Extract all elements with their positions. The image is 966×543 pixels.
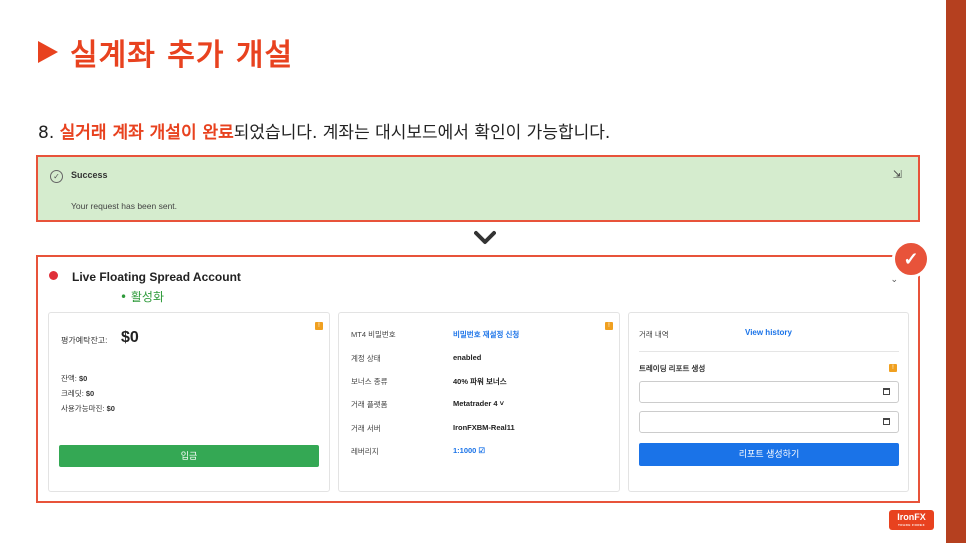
slide-title: 실계좌 추가 개설 [38, 30, 293, 74]
account-status: • 활성화 [120, 290, 165, 304]
history-panel: 거래 내역 View history 트레이딩 리포트 생성 ! 리포트 생성하… [628, 312, 909, 492]
info-icon[interactable]: ! [889, 364, 897, 372]
view-history-link[interactable]: View history [745, 328, 792, 337]
account-status-dot-icon [49, 271, 58, 280]
info-icon[interactable]: ! [315, 322, 323, 330]
success-message: Your request has been sent. [71, 201, 178, 211]
equity-label: 평가예탁잔고: [61, 336, 108, 345]
step-suffix: 되었습니다. 계좌는 대시보드에서 확인이 가능합니다. [233, 123, 611, 143]
success-title: Success [71, 170, 108, 180]
report-label: 트레이딩 리포트 생성 [639, 364, 706, 373]
end-date-input[interactable] [639, 411, 899, 433]
detail-label: 계정 상태 [351, 354, 381, 363]
leverage-link[interactable]: 1:1000 ☑ [453, 446, 485, 455]
balance-panel: ! 평가예탁잔고: $0 잔액: $0 크레딧: $0 사용가능마진: $0 입… [48, 312, 330, 492]
step-highlight: 실거래 계좌 개설이 완료 [59, 123, 234, 143]
detail-label: 거래 플랫폼 [351, 400, 388, 409]
step-instruction: 8. 실거래 계좌 개설이 완료되었습니다. 계좌는 대시보드에서 확인이 가능… [38, 118, 610, 143]
detail-value: enabled [453, 353, 482, 362]
start-date-input[interactable] [639, 381, 899, 403]
reset-password-link[interactable]: 비밀번호 재설정 신청 [453, 329, 519, 340]
slide: 실계좌 추가 개설 8. 실거래 계좌 개설이 완료되었습니다. 계좌는 대시보… [0, 0, 966, 543]
check-circle-icon: ✓ [50, 170, 63, 183]
history-label: 거래 내역 [639, 330, 669, 339]
title-text: 실계좌 추가 개설 [70, 38, 294, 73]
credit-row: 크레딧: $0 [61, 389, 95, 398]
expand-chevron-icon[interactable]: ⌄ [890, 274, 898, 285]
detail-value: IronFXBM-Real11 [453, 423, 515, 432]
detail-label: 거래 서버 [351, 424, 381, 433]
deposit-button[interactable]: 입금 [59, 445, 319, 467]
detail-label: 보너스 종류 [351, 377, 388, 386]
detail-label: MT4 비밀번호 [351, 330, 396, 339]
margin-row: 사용가능마진: $0 [61, 404, 115, 413]
chevron-down-icon [474, 231, 496, 244]
step-prefix: 8. [38, 123, 60, 143]
details-panel: ! MT4 비밀번호 비밀번호 재설정 신청 계정 상태 enabled 보너스… [338, 312, 620, 492]
collapse-icon[interactable]: ⇲ [893, 168, 902, 181]
calendar-icon[interactable] [883, 388, 890, 395]
info-icon[interactable]: ! [605, 322, 613, 330]
success-alert: ✓ Success Your request has been sent. ⇲ [36, 155, 920, 222]
platform-select[interactable]: Metatrader 4 ˅ [453, 399, 504, 408]
equity-value: $0 [121, 329, 139, 346]
balance-row: 잔액: $0 [61, 374, 88, 383]
account-name: Live Floating Spread Account [72, 270, 241, 284]
detail-value: 40% 파워 보너스 [453, 377, 507, 386]
balance-rows: 잔액: $0 크레딧: $0 사용가능마진: $0 [61, 371, 115, 416]
right-accent-bar [946, 0, 966, 543]
calendar-icon[interactable] [883, 418, 890, 425]
divider [639, 351, 899, 352]
play-triangle-icon [38, 41, 58, 63]
ironfx-logo: IronFX TRADE FOREX [889, 510, 934, 530]
detail-label: 레버리지 [351, 447, 379, 456]
check-badge-icon: ✓ [892, 240, 930, 278]
generate-report-button[interactable]: 리포트 생성하기 [639, 443, 899, 466]
account-card: Live Floating Spread Account • 활성화 ⌄ ! 평… [36, 255, 920, 503]
